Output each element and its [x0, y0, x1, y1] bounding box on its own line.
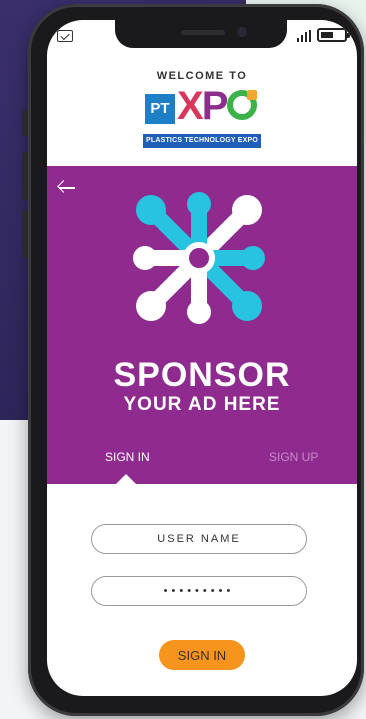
sign-in-button[interactable]: SIGN IN [159, 640, 245, 670]
sponsor-panel: SPONSOR YOUR AD HERE SIGN IN SIGN UP [47, 166, 357, 485]
password-input[interactable]: ••••••••• [91, 576, 307, 606]
camera-icon [237, 27, 247, 37]
phone-mute-button [22, 110, 28, 136]
molecule-icon [133, 192, 265, 324]
logo-pt: PT [145, 94, 175, 124]
signal-bars-icon [297, 30, 311, 42]
welcome-text: WELCOME TO [156, 70, 248, 82]
active-tab-indicator [115, 474, 137, 485]
expo-logo: PT XP [145, 86, 265, 128]
back-arrow-icon[interactable] [57, 180, 77, 196]
phone-volume-up-button [22, 152, 28, 200]
logo-xpo: XP [177, 86, 258, 126]
logo-o-icon [227, 90, 258, 120]
sponsor-title: SPONSOR [113, 356, 291, 394]
status-icons [297, 28, 350, 42]
phone-notch [115, 20, 287, 48]
phone-volume-down-button [22, 210, 28, 258]
sponsor-subtitle: YOUR AD HERE [123, 394, 281, 415]
username-input[interactable] [91, 524, 307, 554]
speaker-grille [181, 30, 225, 35]
battery-icon [317, 28, 350, 42]
tab-sign-in[interactable]: SIGN IN [105, 450, 150, 464]
app-screen: WELCOME TO PT XP PLASTICS TECHNOLOGY EXP… [47, 20, 357, 696]
tab-sign-up[interactable]: SIGN UP [269, 450, 318, 464]
mail-icon [57, 30, 73, 42]
expo-name-banner: PLASTICS TECHNOLOGY EXPO 2023 [143, 134, 261, 158]
